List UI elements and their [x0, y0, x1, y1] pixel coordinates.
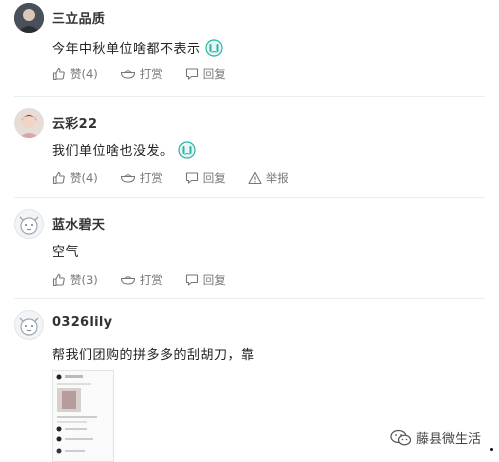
crying-emoji-icon	[177, 141, 196, 159]
comment-username[interactable]: 0326lily	[52, 315, 112, 330]
comment-text: 帮我们团购的拼多多的刮胡刀，靠	[52, 348, 255, 363]
tip-bowl-icon	[120, 174, 135, 183]
comment-divider	[14, 197, 485, 198]
reply-button[interactable]: 回复	[185, 170, 226, 186]
reply-bubble-icon	[185, 172, 198, 184]
comment-divider	[14, 96, 485, 97]
comment-text-content: 我们单位啥也没发。	[52, 144, 174, 159]
tip-bowl-icon	[120, 70, 135, 79]
like-button[interactable]: 赞(4)	[52, 170, 98, 186]
comment-item: 三立品质 今年中秋单位啥都不表示 赞(4) 打赏 回复	[0, 0, 499, 98]
tip-button[interactable]: 打赏	[120, 66, 163, 82]
comment-username[interactable]: 云彩22	[52, 113, 97, 132]
comment-actions: 赞(3) 打赏 回复	[52, 270, 248, 290]
avatar-default[interactable]	[14, 310, 44, 340]
comment-username[interactable]: 蓝水碧天	[52, 214, 105, 233]
comment-actions: 赞(4) 打赏 回复 举报	[52, 168, 311, 188]
comment-username[interactable]: 三立品质	[52, 8, 105, 27]
avatar[interactable]	[14, 108, 44, 138]
comment-text: 我们单位啥也没发。	[52, 140, 196, 159]
report-label: 举报	[265, 171, 289, 185]
watermark-text: 藤县微生活	[415, 432, 481, 447]
like-button[interactable]: 赞(3)	[52, 272, 98, 288]
comment-item: 蓝水碧天 空气 赞(3) 打赏 回复	[0, 199, 499, 299]
comment-text: 今年中秋单位啥都不表示	[52, 38, 223, 57]
screenshot-thumbnail-icon	[53, 371, 113, 461]
reply-label: 回复	[202, 273, 226, 287]
tip-bowl-icon	[120, 276, 135, 285]
attached-image[interactable]	[52, 370, 114, 462]
reply-button[interactable]: 回复	[185, 66, 226, 82]
watermark: 藤县微生活	[390, 428, 481, 447]
warning-triangle-icon	[248, 171, 262, 185]
wechat-icon	[390, 429, 412, 445]
default-avatar-icon	[14, 209, 44, 239]
avatar-default[interactable]	[14, 209, 44, 239]
tip-label: 打赏	[139, 67, 163, 81]
reply-bubble-icon	[185, 68, 198, 80]
like-button[interactable]: 赞(4)	[52, 66, 98, 82]
comment-actions: 赞(4) 打赏 回复	[52, 64, 248, 84]
like-count: 赞(4)	[70, 67, 98, 81]
tip-button[interactable]: 打赏	[120, 272, 163, 288]
default-avatar-icon	[14, 310, 44, 340]
reply-label: 回复	[202, 171, 226, 185]
reply-button[interactable]: 回复	[185, 272, 226, 288]
thumbs-up-icon	[52, 171, 65, 185]
like-count: 赞(4)	[70, 171, 98, 185]
report-button[interactable]: 举报	[248, 170, 289, 186]
tip-label: 打赏	[139, 171, 163, 185]
tip-button[interactable]: 打赏	[120, 170, 163, 186]
reply-label: 回复	[202, 67, 226, 81]
comment-item: 云彩22 我们单位啥也没发。 赞(4) 打赏 回复 举报	[0, 98, 499, 198]
avatar[interactable]	[14, 3, 44, 33]
comment-text-content: 今年中秋单位啥都不表示	[52, 42, 201, 57]
like-count: 赞(3)	[70, 273, 98, 287]
comment-text: 空气	[52, 245, 80, 260]
thumbs-up-icon	[52, 67, 65, 81]
thumbs-up-icon	[52, 273, 65, 287]
comment-divider	[14, 298, 485, 299]
reply-bubble-icon	[185, 274, 198, 286]
crying-emoji-icon	[204, 39, 223, 57]
tip-label: 打赏	[139, 273, 163, 287]
decorative-dot	[490, 448, 493, 451]
